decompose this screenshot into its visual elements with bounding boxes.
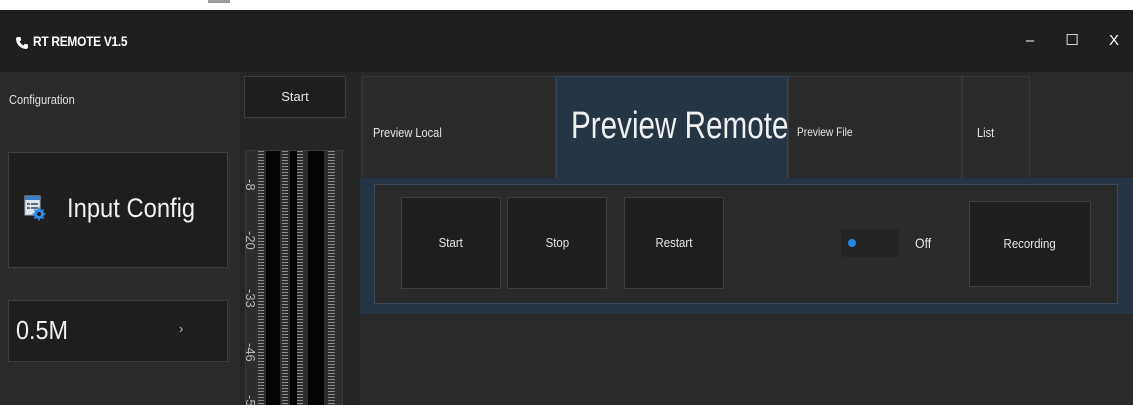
preview-content-area bbox=[360, 314, 1133, 405]
recording-button[interactable]: Recording bbox=[969, 201, 1091, 287]
meter-tick-column bbox=[258, 151, 264, 405]
app-window: RT REMOTE V1.5 – ☐ X Configuration Input… bbox=[0, 10, 1133, 405]
remote-stop-button[interactable]: Stop bbox=[507, 197, 607, 289]
remote-restart-button[interactable]: Restart bbox=[624, 197, 724, 289]
meter-scale-label: -5 bbox=[243, 395, 258, 405]
tab-label: List bbox=[977, 125, 995, 140]
meter-scale-label: -33 bbox=[243, 289, 258, 308]
tab-label: Preview Remote bbox=[571, 105, 789, 147]
settings-form-icon bbox=[24, 195, 46, 221]
screen-top-strip bbox=[0, 0, 1133, 10]
remote-control-panel: Start Stop Restart Off Recording bbox=[360, 178, 1133, 314]
remote-start-button[interactable]: Start bbox=[401, 197, 501, 289]
main-area: Preview Local Preview Remote Preview Fil… bbox=[360, 72, 1133, 405]
meter-tick-column-2 bbox=[282, 151, 288, 405]
tab-list[interactable]: List bbox=[962, 76, 1030, 180]
meter-scale-label: -46 bbox=[243, 343, 258, 362]
phone-icon bbox=[16, 37, 28, 49]
maximize-button[interactable]: ☐ bbox=[1059, 28, 1085, 54]
tab-label: Preview Local bbox=[373, 125, 442, 140]
input-config-button[interactable]: Input Config bbox=[8, 152, 228, 268]
start-button[interactable]: Start bbox=[244, 76, 346, 118]
toggle-state-label: Off bbox=[915, 235, 932, 251]
top-strip-marker bbox=[208, 0, 230, 3]
remote-stop-label: Stop bbox=[545, 235, 569, 250]
sidebar: Configuration Input Config 0.5M › bbox=[0, 72, 240, 405]
remote-restart-label: Restart bbox=[655, 235, 693, 250]
meter-tick-column-3 bbox=[297, 151, 303, 405]
off-toggle-switch[interactable] bbox=[841, 229, 899, 257]
tab-preview-local[interactable]: Preview Local bbox=[362, 76, 556, 180]
bitrate-selector[interactable]: 0.5M › bbox=[8, 300, 228, 362]
minimize-button[interactable]: – bbox=[1017, 28, 1043, 54]
recording-label: Recording bbox=[1003, 236, 1057, 251]
remote-start-label: Start bbox=[438, 235, 464, 250]
toggle-knob bbox=[848, 239, 856, 247]
tab-label: Preview File bbox=[797, 125, 853, 139]
control-bar: Start Stop Restart Off Recording bbox=[374, 184, 1118, 304]
app-title: RT REMOTE V1.5 bbox=[33, 33, 128, 49]
meter-scale-label: -8 bbox=[243, 179, 258, 191]
input-config-label: Input Config bbox=[67, 193, 196, 223]
title-bar[interactable]: RT REMOTE V1.5 – ☐ X bbox=[0, 10, 1133, 72]
meter-scale-label: -20 bbox=[243, 231, 258, 250]
bitrate-value: 0.5M bbox=[16, 315, 69, 345]
configuration-label: Configuration bbox=[9, 92, 75, 107]
tab-preview-remote[interactable]: Preview Remote bbox=[556, 76, 788, 180]
meter-bar-left bbox=[266, 151, 280, 405]
close-button[interactable]: X bbox=[1101, 28, 1127, 54]
meter-bar-right bbox=[308, 151, 324, 405]
meter-graphic bbox=[258, 151, 335, 405]
meter-tick-column-4 bbox=[328, 151, 335, 405]
tab-preview-file[interactable]: Preview File bbox=[788, 76, 962, 180]
meter-bar-mid bbox=[290, 151, 297, 405]
audio-level-meter: -8 -20 -33 -46 -5 bbox=[243, 150, 343, 405]
chevron-right-icon: › bbox=[179, 321, 184, 336]
